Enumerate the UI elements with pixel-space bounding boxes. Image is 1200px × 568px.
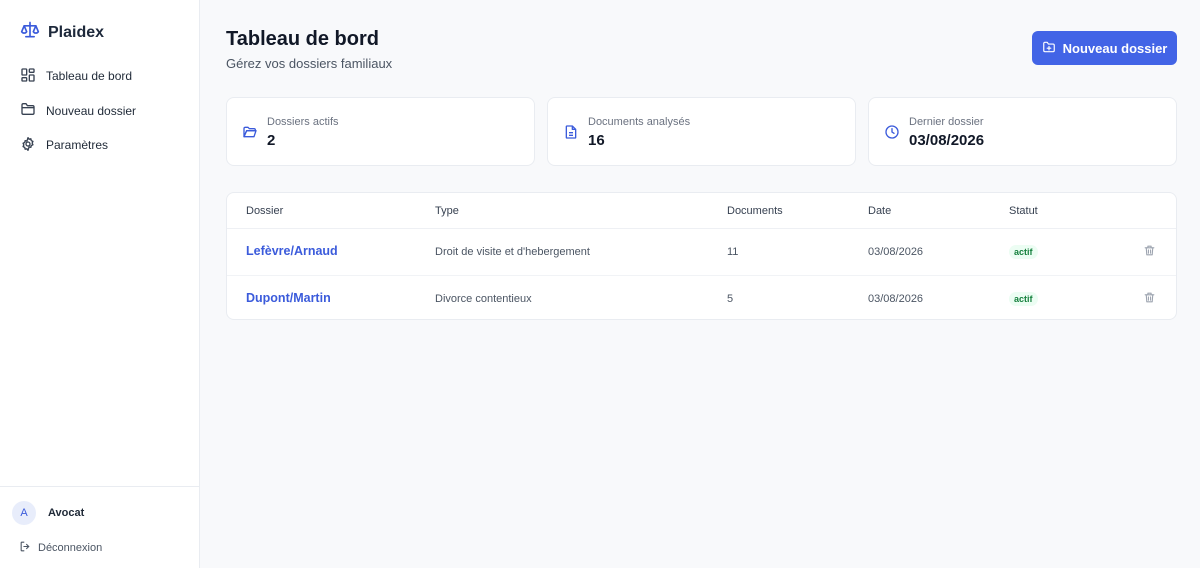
- stat-card-analyzed-documents: Documents analysés 16: [547, 97, 856, 166]
- sidebar-item-label: Tableau de bord: [46, 69, 133, 83]
- folder-document-count: 5: [727, 293, 734, 305]
- stat-value: 16: [588, 132, 605, 149]
- column-header-date[interactable]: Date: [868, 205, 891, 217]
- sidebar-nav: Tableau de bord Nouveau dossier Paramètr…: [20, 64, 136, 168]
- sidebar-item-settings[interactable]: Paramètres: [20, 133, 136, 157]
- folder-document-count: 11: [727, 246, 739, 258]
- page-subtitle: Gérez vos dossiers familiaux: [226, 56, 393, 71]
- trash-icon[interactable]: [1143, 244, 1156, 262]
- new-folder-button-label: Nouveau dossier: [1062, 40, 1168, 56]
- folders-table: Dossier Type Documents Date Statut Lefèv…: [226, 192, 1177, 320]
- sidebar-item-dashboard[interactable]: Tableau de bord: [20, 64, 136, 88]
- stat-value: 2: [267, 132, 276, 149]
- folder-icon: [20, 101, 36, 120]
- column-header-dossier[interactable]: Dossier: [246, 205, 283, 217]
- logout-icon: [19, 540, 32, 556]
- trash-icon[interactable]: [1143, 291, 1156, 309]
- stat-label: Dernier dossier: [909, 116, 984, 128]
- column-header-documents[interactable]: Documents: [727, 205, 783, 217]
- app-name: Plaidex: [48, 23, 105, 41]
- stat-label: Dossiers actifs: [267, 116, 339, 128]
- status-badge: actif: [1009, 245, 1038, 259]
- logout-button[interactable]: Déconnexion: [19, 540, 102, 556]
- gear-icon: [20, 136, 36, 155]
- brand[interactable]: Plaidex: [20, 20, 104, 45]
- folder-type: Divorce contentieux: [435, 293, 532, 305]
- dashboard-icon: [20, 67, 36, 86]
- avatar: A: [12, 501, 36, 525]
- folder-plus-icon: [1042, 40, 1056, 57]
- status-badge: actif: [1009, 292, 1038, 306]
- scales-icon: [20, 20, 40, 45]
- folder-name-link[interactable]: Dupont/Martin: [246, 291, 331, 305]
- folder-date: 03/08/2026: [868, 246, 924, 258]
- sidebar-footer: A Avocat Déconnexion: [0, 486, 200, 568]
- table-row[interactable]: Dupont/Martin Divorce contentieux 5 03/0…: [227, 275, 1176, 319]
- clock-icon: [884, 124, 900, 145]
- column-header-type[interactable]: Type: [435, 205, 459, 217]
- document-icon: [563, 124, 579, 145]
- column-header-statut[interactable]: Statut: [1009, 205, 1038, 217]
- stat-label: Documents analysés: [588, 116, 691, 128]
- folder-type: Droit de visite et d'hebergement: [435, 246, 590, 258]
- stat-card-last-folder: Dernier dossier 03/08/2026: [868, 97, 1177, 166]
- sidebar-item-new-folder[interactable]: Nouveau dossier: [20, 99, 136, 123]
- stat-value: 03/08/2026: [909, 132, 985, 149]
- page-title: Tableau de bord: [226, 28, 379, 50]
- new-folder-button[interactable]: Nouveau dossier: [1032, 31, 1177, 65]
- folder-date: 03/08/2026: [868, 293, 924, 305]
- sidebar: Plaidex Tableau de bord Nouveau dossier: [0, 0, 200, 568]
- user-profile[interactable]: A Avocat: [12, 501, 84, 525]
- folder-name-link[interactable]: Lefèvre/Arnaud: [246, 244, 338, 258]
- logout-label: Déconnexion: [38, 542, 103, 554]
- table-row[interactable]: Lefèvre/Arnaud Droit de visite et d'hebe…: [227, 229, 1176, 275]
- sidebar-item-label: Paramètres: [46, 138, 109, 152]
- sidebar-item-label: Nouveau dossier: [46, 103, 137, 118]
- user-name: Avocat: [48, 507, 85, 519]
- folder-open-icon: [242, 124, 258, 145]
- main-content: Tableau de bord Gérez vos dossiers famil…: [201, 0, 1200, 568]
- table-header: Dossier Type Documents Date Statut: [227, 193, 1176, 229]
- stat-card-active-folders: Dossiers actifs 2: [226, 97, 535, 166]
